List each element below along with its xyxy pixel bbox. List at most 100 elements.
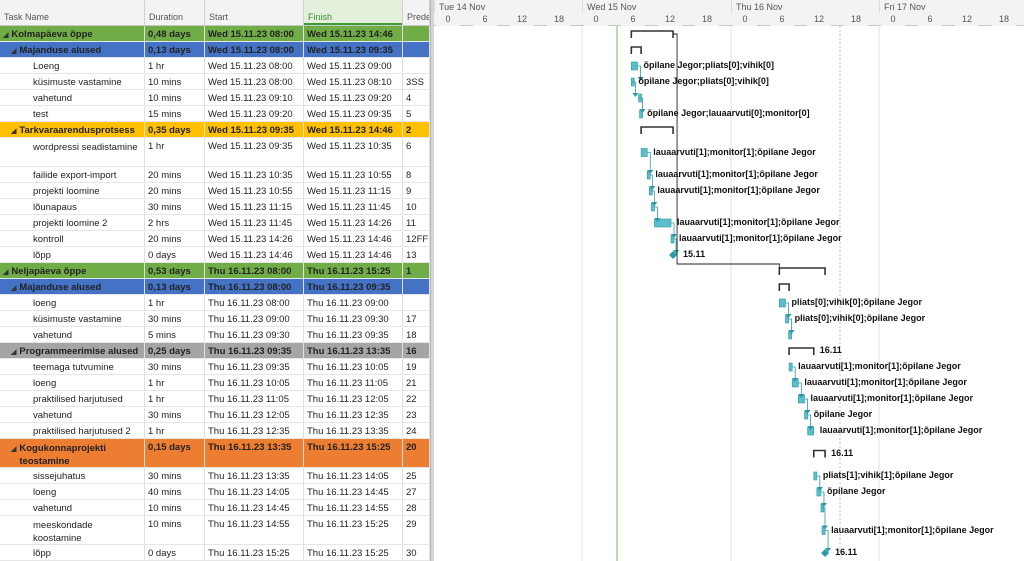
task-name-cell[interactable]: ◢ Majanduse alused <box>0 42 145 57</box>
predecessors-cell[interactable]: 2 <box>403 122 430 137</box>
start-cell[interactable]: Wed 15.11.23 14:46 <box>205 247 304 262</box>
task-row[interactable]: vahetund 10 mins Wed 15.11.23 09:10 Wed 15.… <box>0 90 430 106</box>
task-row[interactable]: loeng 40 mins Thu 16.11.23 14:05 Thu 16.11.… <box>0 484 430 500</box>
finish-cell[interactable]: Wed 15.11.23 09:35 <box>304 106 403 121</box>
start-cell[interactable]: Thu 16.11.23 09:30 <box>205 327 304 342</box>
task-name-cell[interactable]: loeng <box>0 484 145 499</box>
start-cell[interactable]: Thu 16.11.23 14:45 <box>205 500 304 515</box>
task-row[interactable]: teemaga tutvumine 30 mins Thu 16.11.23 09:… <box>0 359 430 375</box>
start-cell[interactable]: Thu 16.11.23 08:00 <box>205 295 304 310</box>
column-header-finish[interactable]: Finish <box>304 0 403 26</box>
summary-bar[interactable] <box>812 449 826 458</box>
summary-bar[interactable] <box>778 283 790 291</box>
start-cell[interactable]: Thu 16.11.23 12:05 <box>205 407 304 422</box>
collapse-triangle-icon[interactable]: ◢ <box>11 443 16 456</box>
task-row[interactable]: praktilised harjutused 1 hr Thu 16.11.23 1… <box>0 391 430 407</box>
task-name-cell[interactable]: praktilised harjutused 2 <box>0 423 145 438</box>
duration-cell[interactable]: 30 mins <box>145 468 205 483</box>
task-name-cell[interactable]: teemaga tutvumine <box>0 359 145 374</box>
column-header-task-name[interactable]: Task Name <box>0 0 145 26</box>
finish-cell[interactable]: Thu 16.11.23 13:35 <box>304 423 403 438</box>
task-name-cell[interactable]: ◢ Tarkvaraarendusprotsess <box>0 122 145 137</box>
finish-cell[interactable]: Thu 16.11.23 13:35 <box>304 343 403 358</box>
task-row[interactable]: küsimuste vastamine 30 mins Thu 16.11.23 0… <box>0 311 430 327</box>
task-row[interactable]: failide export-import 20 mins Wed 15.11.23… <box>0 167 430 183</box>
task-name-cell[interactable]: küsimuste vastamine <box>0 74 145 89</box>
duration-cell[interactable]: 1 hr <box>145 295 205 310</box>
duration-cell[interactable]: 30 mins <box>145 407 205 422</box>
task-bar[interactable] <box>631 61 638 71</box>
duration-cell[interactable]: 0,48 days <box>145 26 205 41</box>
task-name-cell[interactable]: failide export-import <box>0 167 145 182</box>
task-row[interactable]: test 15 mins Wed 15.11.23 09:20 Wed 15.11.2… <box>0 106 430 122</box>
start-cell[interactable]: Wed 15.11.23 09:35 <box>205 138 304 166</box>
predecessors-cell[interactable]: 30 <box>403 545 430 560</box>
duration-cell[interactable]: 30 mins <box>145 199 205 214</box>
predecessors-cell[interactable] <box>403 26 430 41</box>
start-cell[interactable]: Wed 15.11.23 08:00 <box>205 26 304 41</box>
task-bar[interactable] <box>788 362 793 372</box>
task-name-cell[interactable]: lõpp <box>0 545 145 560</box>
duration-cell[interactable]: 0,53 days <box>145 263 205 278</box>
predecessors-cell[interactable] <box>403 279 430 294</box>
summary-task-row[interactable]: ◢ Tarkvaraarendusprotsess 0,35 days Wed 15.… <box>0 122 430 138</box>
start-cell[interactable]: Wed 15.11.23 08:00 <box>205 58 304 73</box>
finish-cell[interactable]: Wed 15.11.23 14:46 <box>304 122 403 137</box>
task-row[interactable]: lõpp 0 days Wed 15.11.23 14:46 Wed 15.11.23… <box>0 247 430 263</box>
task-name-cell[interactable]: sissejuhatus <box>0 468 145 483</box>
start-cell[interactable]: Thu 16.11.23 10:05 <box>205 375 304 390</box>
finish-cell[interactable]: Wed 15.11.23 10:55 <box>304 167 403 182</box>
duration-cell[interactable]: 10 mins <box>145 90 205 105</box>
summary-task-row[interactable]: ◢ Neljapäeva õppe 0,53 days Thu 16.11.23 08… <box>0 263 430 279</box>
task-row[interactable]: projekti loomine 20 mins Wed 15.11.23 10:5… <box>0 183 430 199</box>
start-cell[interactable]: Thu 16.11.23 08:00 <box>205 263 304 278</box>
finish-cell[interactable]: Wed 15.11.23 09:20 <box>304 90 403 105</box>
duration-cell[interactable]: 20 mins <box>145 231 205 246</box>
task-row[interactable]: küsimuste vastamine 10 mins Wed 15.11.23 0… <box>0 74 430 90</box>
predecessors-cell[interactable]: 10 <box>403 199 430 214</box>
finish-cell[interactable]: Thu 16.11.23 09:30 <box>304 311 403 326</box>
task-name-cell[interactable]: vahetund <box>0 500 145 515</box>
column-header-predecessors[interactable]: Prede <box>403 0 430 26</box>
predecessors-cell[interactable]: 6 <box>403 138 430 166</box>
duration-cell[interactable]: 30 mins <box>145 359 205 374</box>
finish-cell[interactable]: Thu 16.11.23 11:05 <box>304 375 403 390</box>
predecessors-cell[interactable]: 22 <box>403 391 430 406</box>
collapse-triangle-icon[interactable]: ◢ <box>11 46 16 57</box>
finish-cell[interactable]: Thu 16.11.23 15:25 <box>304 439 403 467</box>
summary-bar[interactable] <box>640 126 674 134</box>
finish-cell[interactable]: Thu 16.11.23 14:05 <box>304 468 403 483</box>
start-cell[interactable]: Thu 16.11.23 09:00 <box>205 311 304 326</box>
finish-cell[interactable]: Wed 15.11.23 11:15 <box>304 183 403 198</box>
task-row[interactable]: loeng 1 hr Thu 16.11.23 08:00 Thu 16.11.23 … <box>0 295 430 311</box>
predecessors-cell[interactable] <box>403 58 430 73</box>
predecessors-cell[interactable]: 8 <box>403 167 430 182</box>
predecessors-cell[interactable]: 4 <box>403 90 430 105</box>
predecessors-cell[interactable]: 9 <box>403 183 430 198</box>
summary-bar[interactable] <box>778 267 826 275</box>
task-row[interactable]: loeng 1 hr Thu 16.11.23 10:05 Thu 16.11.23 … <box>0 375 430 391</box>
start-cell[interactable]: Wed 15.11.23 10:35 <box>205 167 304 182</box>
finish-cell[interactable]: Thu 16.11.23 12:05 <box>304 391 403 406</box>
start-cell[interactable]: Thu 16.11.23 12:35 <box>205 423 304 438</box>
predecessors-cell[interactable]: 13 <box>403 247 430 262</box>
task-name-cell[interactable]: küsimuste vastamine <box>0 311 145 326</box>
finish-cell[interactable]: Wed 15.11.23 09:00 <box>304 58 403 73</box>
predecessors-cell[interactable]: 29 <box>403 516 430 544</box>
task-name-cell[interactable]: vahetund <box>0 327 145 342</box>
task-name-cell[interactable]: kontroll <box>0 231 145 246</box>
finish-cell[interactable]: Thu 16.11.23 15:25 <box>304 516 403 544</box>
predecessors-cell[interactable]: 3SS <box>403 74 430 89</box>
task-name-cell[interactable]: loeng <box>0 375 145 390</box>
duration-cell[interactable]: 20 mins <box>145 167 205 182</box>
task-name-cell[interactable]: ◢ Majanduse alused <box>0 279 145 294</box>
start-cell[interactable]: Thu 16.11.23 09:35 <box>205 359 304 374</box>
duration-cell[interactable]: 1 hr <box>145 138 205 166</box>
finish-cell[interactable]: Thu 16.11.23 14:45 <box>304 484 403 499</box>
summary-task-row[interactable]: ◢ Kolmapäeva õppe 0,48 days Wed 15.11.23 08… <box>0 26 430 42</box>
duration-cell[interactable]: 15 mins <box>145 106 205 121</box>
task-name-cell[interactable]: projekti loomine 2 <box>0 215 145 230</box>
duration-cell[interactable]: 30 mins <box>145 311 205 326</box>
predecessors-cell[interactable]: 27 <box>403 484 430 499</box>
start-cell[interactable]: Thu 16.11.23 14:55 <box>205 516 304 544</box>
